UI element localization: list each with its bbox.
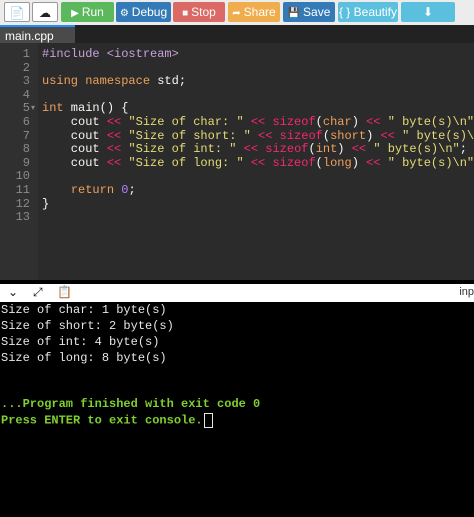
new-file-button[interactable]: 📄 — [4, 2, 30, 22]
code-line: 2 — [0, 60, 474, 76]
download-icon: ⬇ — [422, 5, 434, 19]
download-button[interactable]: ⬇ — [401, 2, 455, 22]
fold-arrow-icon[interactable]: ▾ — [31, 102, 35, 116]
stop-button[interactable]: ■ Stop — [173, 2, 225, 22]
expand-icon[interactable]: ⤢ — [33, 285, 43, 300]
line-number: 1 — [22, 47, 30, 61]
chevron-down-icon[interactable]: ⌄ — [8, 285, 18, 299]
line-number: 6 — [22, 115, 30, 129]
line-number: 4 — [22, 87, 30, 102]
code-line: 3 using namespace std; — [0, 74, 474, 89]
play-icon: ▶ — [71, 8, 79, 19]
code-line: 6 cout << "Size of char: " << sizeof(cha… — [0, 115, 474, 130]
code-line: 5 ▾ int main() { — [0, 102, 474, 116]
line-number: 5 — [22, 101, 30, 116]
input-tab[interactable]: inp — [459, 286, 474, 298]
line-number: 12 — [15, 196, 30, 211]
exit-status-line: ...Program finished with exit code 0 — [1, 397, 261, 411]
share-icon: ➦ — [232, 8, 241, 19]
line-number: 11 — [15, 183, 30, 197]
upload-button[interactable]: ☁ — [32, 2, 58, 22]
console-toolbar: ⌄ ⤢ 📋 inp — [0, 284, 474, 302]
code-line: 7 cout << "Size of short: " << sizeof(sh… — [0, 128, 474, 144]
line-number: 7 — [22, 128, 30, 143]
line-number: 3 — [22, 74, 30, 89]
code-text: } — [42, 196, 50, 211]
upload-icon: ☁ — [39, 6, 51, 20]
code-text: cout << "Size of long: " << sizeof(long)… — [42, 155, 474, 170]
text-cursor — [203, 413, 213, 428]
share-button[interactable]: ➦ Share — [228, 2, 280, 22]
exit-prompt-line: Press ENTER to exit console. — [1, 413, 213, 428]
console-output[interactable]: Size of char: 1 byte(s) Size of short: 2… — [0, 302, 474, 517]
code-line: 1 #include <iostream> — [0, 47, 474, 62]
save-button[interactable]: 💾 Save — [283, 2, 335, 22]
toolbar: 📄 ☁ ▶ Run ⚙ Debug ■ Stop ➦ Share 💾 Save { } B… — [0, 0, 474, 25]
code-text: using namespace std; — [42, 74, 187, 89]
code-line: 12} — [0, 196, 474, 212]
code-text: cout << "Size of short: " << sizeof(shor… — [42, 128, 474, 143]
tab-bar: main.cpp — [0, 25, 474, 43]
save-icon: 💾 — [287, 8, 301, 19]
console-line: Size of int: 4 byte(s) — [1, 335, 160, 349]
code-editor[interactable]: 1 #include <iostream> 2 3 using namespace st… — [0, 43, 474, 280]
line-number: 10 — [15, 169, 30, 184]
tab-main-cpp[interactable]: main.cpp — [0, 25, 75, 43]
stop-icon: ■ — [182, 8, 189, 19]
code-line: 8 cout << "Size of int: " << sizeof(int)… — [0, 142, 474, 157]
code-text: int main() { — [42, 101, 129, 116]
line-number: 13 — [15, 210, 30, 225]
code-line: 11 return 0; — [0, 183, 474, 198]
code-line: 13 — [0, 211, 474, 225]
console-line: Size of long: 8 byte(s) — [1, 351, 167, 365]
beautify-button[interactable]: { } Beautify — [338, 2, 398, 22]
code-line: 4 — [0, 87, 474, 103]
line-number: 2 — [22, 60, 30, 75]
code-text: cout << "Size of char: " << sizeof(char)… — [42, 115, 474, 129]
code-text: #include <iostream> — [42, 47, 179, 61]
clipboard-icon[interactable]: 📋 — [57, 285, 72, 299]
code-text: return 0; — [70, 183, 136, 197]
line-number: 9 — [22, 155, 30, 170]
code-line: 9 cout << "Size of long: " << sizeof(lon… — [0, 155, 474, 171]
run-button[interactable]: ▶ Run — [61, 2, 114, 22]
code-line: 10 — [0, 170, 474, 184]
code-text: cout << "Size of int: " << sizeof(int) <… — [42, 142, 467, 157]
file-icon: 📄 — [9, 6, 25, 20]
line-number: 8 — [22, 142, 30, 157]
console-line: Size of short: 2 byte(s) — [1, 319, 174, 333]
debug-icon: ⚙ — [119, 8, 129, 19]
console-line: Size of char: 1 byte(s) — [1, 303, 167, 317]
debug-button[interactable]: ⚙ Debug — [116, 2, 171, 22]
